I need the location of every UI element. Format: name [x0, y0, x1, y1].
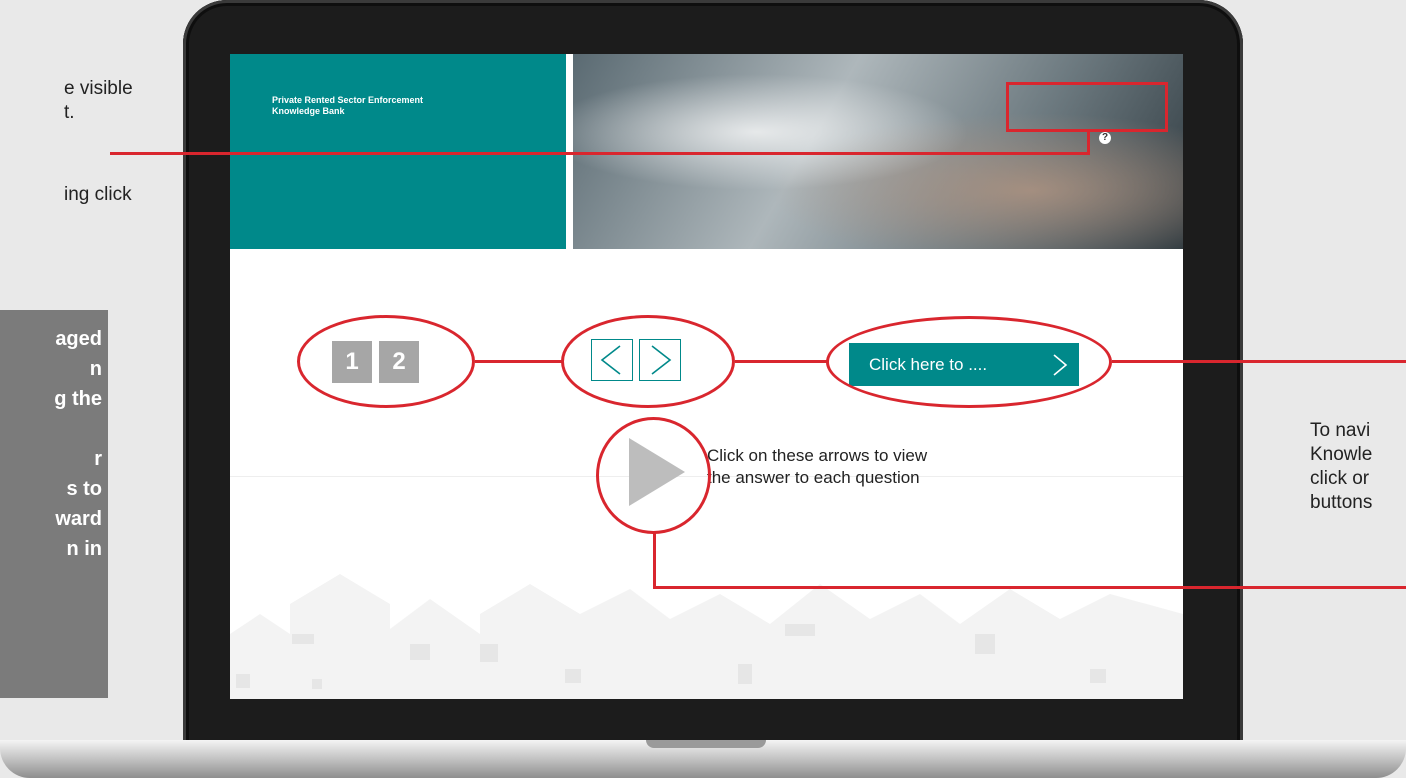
grey-annotation-line: n: [89, 358, 102, 380]
play-instruction: Click on these arrows to view the answer…: [707, 445, 1047, 489]
grey-annotation-box: aged n g the r s to ward n in: [0, 310, 108, 698]
connector-line: [653, 533, 656, 588]
app-title-line: Private Rented Sector Enforcement: [272, 95, 424, 105]
right-annotation-line: Knowle: [1310, 444, 1373, 465]
play-instruction-line: Click on these arrows to view: [707, 446, 928, 465]
right-annotation-line: click or: [1310, 468, 1370, 489]
connector-line: [475, 360, 563, 363]
play-arrow-highlight: [596, 417, 711, 534]
right-annotation-line: buttons: [1310, 492, 1373, 513]
connector-line: [653, 586, 1406, 589]
help-highlight-box: [1006, 82, 1168, 132]
left-annotation-line: t.: [64, 102, 75, 123]
play-instruction-line: the answer to each question: [707, 468, 920, 487]
right-annotation: To navi Knowle click or buttons: [1310, 420, 1406, 530]
arrows-highlight: [561, 315, 735, 408]
left-annotation-line: ing click: [64, 184, 132, 205]
grey-annotation-line: r: [94, 448, 102, 470]
grey-annotation-line: g the: [54, 388, 102, 410]
grey-annotation-line: n in: [66, 538, 102, 560]
help-icon[interactable]: ?: [1099, 132, 1111, 144]
right-annotation-line: To navi: [1310, 420, 1371, 441]
grey-annotation-line: aged: [55, 328, 102, 350]
connector-line: [1112, 360, 1406, 363]
app-title-line: Knowledge Bank: [272, 106, 345, 116]
connector-line: [110, 152, 1090, 155]
houses-background-graphic: [230, 574, 1183, 699]
grey-annotation-line: s to: [66, 478, 102, 500]
page-buttons-highlight: [297, 315, 475, 408]
cta-highlight: [826, 316, 1112, 408]
laptop-hinge-notch: [646, 740, 766, 748]
grey-annotation-line: ward: [55, 508, 102, 530]
connector-line: [735, 360, 828, 363]
app-title: Private Rented Sector Enforcement Knowle…: [272, 95, 423, 117]
connector-line: [1087, 132, 1090, 155]
left-annotation-line: e visible: [64, 78, 133, 99]
